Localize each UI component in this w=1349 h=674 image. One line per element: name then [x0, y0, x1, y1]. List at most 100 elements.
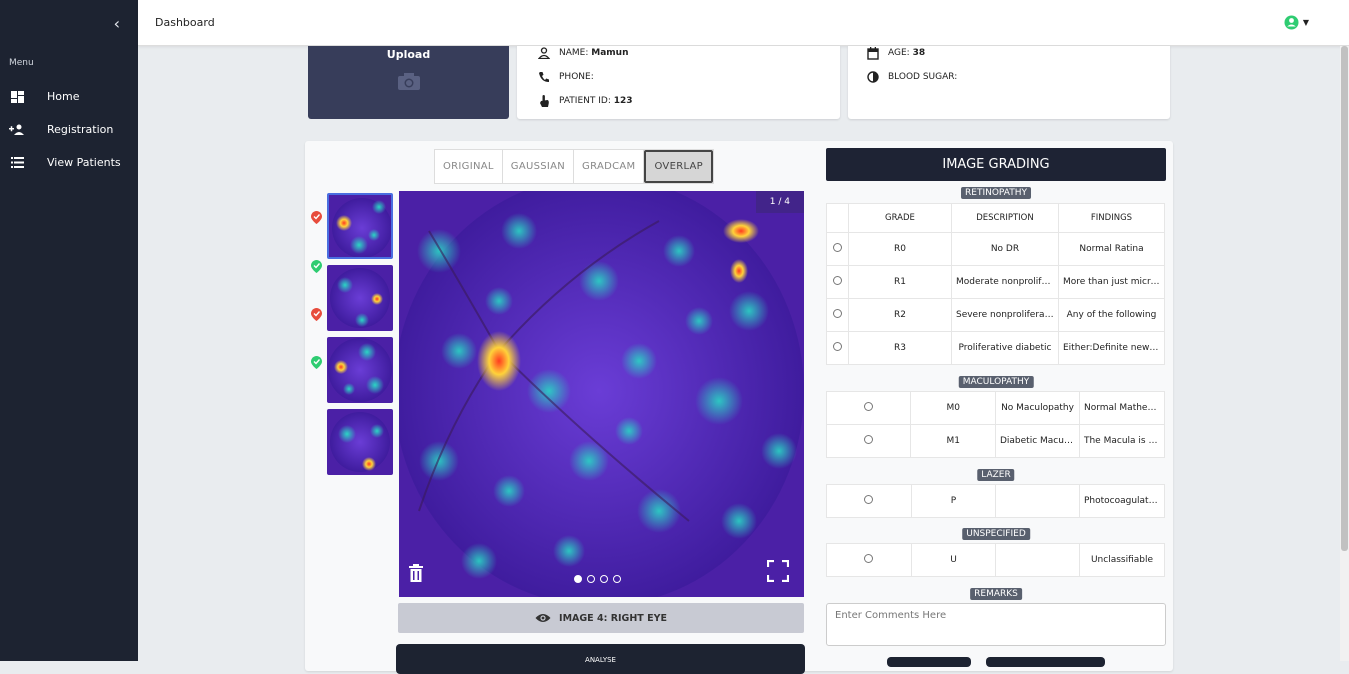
thumbnail-3[interactable] [327, 337, 393, 403]
caret-down-icon: ▼ [1302, 18, 1309, 27]
image-caption: IMAGE 4: RIGHT EYE [398, 603, 804, 633]
grade-radio[interactable] [864, 554, 874, 563]
findings-cell: Photocoagulation [1078, 484, 1166, 518]
ok-marker-icon [311, 260, 322, 273]
patient-name-row: NAME: Mamun [517, 41, 840, 65]
table-row[interactable]: R2 Severe nonproliferative Any of the foll… [826, 298, 1166, 332]
analyse-label: ANALYSE [585, 656, 616, 664]
description-cell: No Maculopathy [994, 391, 1080, 425]
table-row[interactable]: R0 No DR Normal Ratina [826, 232, 1166, 266]
unspecified-label: UNSPECIFIED [962, 528, 1030, 540]
scrollbar-thumb[interactable] [1341, 46, 1348, 551]
ok-marker-icon [311, 356, 322, 369]
sidebar-item-registration[interactable]: Registration [0, 113, 138, 146]
table-row[interactable]: R3 Proliferative diabetic Either:Definite … [826, 331, 1166, 365]
patient-id: 123 [613, 96, 633, 106]
patient-info-card: NAME: Mamun PHONE: PATIENT ID: 123 [517, 46, 840, 119]
bottom-action-button[interactable] [986, 657, 1105, 667]
grade-radio[interactable] [832, 243, 842, 252]
collapse-chevron-icon[interactable]: ‹ [114, 14, 120, 33]
carousel-dot[interactable] [613, 575, 621, 583]
grade-cell: P [910, 484, 997, 518]
table-row[interactable]: R1Moderate nonproliferativeMore than jus… [826, 265, 1166, 299]
thumbnail-4[interactable] [327, 409, 393, 475]
findings-cell: Normal Mathematics [1078, 391, 1166, 425]
tab-original[interactable]: ORIGINAL [435, 150, 503, 183]
sidebar: ‹ Menu Home Registration View Patients [0, 0, 138, 661]
table-row[interactable]: P Photocoagulation [826, 484, 1166, 518]
sidebar-item-label: Registration [47, 123, 114, 136]
grade-radio[interactable] [864, 495, 874, 504]
grade-cell: M0 [910, 391, 996, 425]
tab-overlap[interactable]: OVERLAP [644, 150, 714, 183]
table-row[interactable]: M0No MaculopathyNormal Mathematics [825, 391, 1166, 425]
findings-cell: The Macula is affected [1078, 424, 1166, 458]
description-cell [995, 484, 1080, 518]
flag-marker-icon [311, 211, 322, 224]
grade-radio[interactable] [864, 435, 874, 444]
table-row[interactable]: M1Diabetic MaculopathyThe Macula is affe… [825, 424, 1166, 458]
retinopathy-table: GRADE DESCRIPTION FINDINGS R0 No DR Normal R… [826, 203, 1166, 365]
remarks-label: REMARKS [970, 588, 1022, 600]
patient-phone-row: PHONE: [517, 65, 840, 89]
grade-cell: R3 [847, 331, 952, 365]
grade-radio[interactable] [832, 309, 842, 318]
grade-cell: R1 [847, 265, 952, 299]
image-counter: 1 / 4 [755, 191, 804, 213]
touch-icon [537, 94, 551, 108]
table-header-row: GRADE DESCRIPTION FINDINGS [826, 203, 1166, 233]
description-cell: Diabetic Maculopathy [994, 424, 1080, 458]
grade-radio[interactable] [832, 342, 842, 351]
findings-cell: Any of the following [1057, 298, 1166, 332]
delete-icon[interactable] [408, 564, 424, 582]
grade-radio[interactable] [864, 402, 874, 411]
description-cell: No DR [950, 232, 1059, 266]
patient-age-row: AGE: 38 [848, 41, 1170, 65]
scrollbar[interactable] [1340, 46, 1349, 661]
person-add-icon [9, 123, 25, 137]
sidebar-item-view-patients[interactable]: View Patients [0, 146, 138, 179]
thumbnail-1[interactable] [327, 193, 393, 259]
retina-heatmap-image [399, 191, 804, 597]
grade-cell: U [910, 543, 997, 577]
grade-cell: M1 [910, 424, 996, 458]
bottom-action-button[interactable] [887, 657, 971, 667]
lazer-table: P Photocoagulation [826, 484, 1166, 518]
carousel-dot[interactable] [587, 575, 595, 583]
findings-cell: Unclassifiable [1079, 543, 1165, 577]
grade-radio[interactable] [832, 276, 842, 285]
lazer-label: LAZER [977, 469, 1015, 481]
sidebar-item-home[interactable]: Home [0, 80, 138, 113]
patient-vitals-card: AGE: 38 BLOOD SUGAR: [848, 46, 1170, 119]
thumbnail-2[interactable] [327, 265, 393, 331]
patient-sugar-row: BLOOD SUGAR: [848, 65, 1170, 89]
tab-gaussian[interactable]: GAUSSIAN [503, 150, 575, 183]
list-icon [9, 156, 25, 170]
patient-id-label: PATIENT ID: [559, 96, 611, 106]
main-image-viewer[interactable]: 1 / 4 [399, 191, 804, 597]
image-mode-tabs: ORIGINAL GAUSSIAN GRADCAM OVERLAP [434, 149, 715, 184]
tab-gradcam[interactable]: GRADCAM [574, 150, 645, 183]
retinopathy-label: RETINOPATHY [961, 187, 1031, 199]
user-menu[interactable]: ▼ [1284, 15, 1309, 30]
grade-cell: R0 [847, 232, 952, 266]
findings-cell: Normal Ratina [1057, 232, 1166, 266]
menu-label: Menu [9, 58, 34, 68]
carousel-dot[interactable] [600, 575, 608, 583]
maculopathy-table: M0No MaculopathyNormal Mathematics M1Dia… [825, 391, 1166, 458]
table-row[interactable]: U Unclassifiable [826, 543, 1165, 577]
phone-label: PHONE: [559, 72, 594, 82]
analyse-button[interactable]: ANALYSE [396, 644, 805, 674]
column-header: FINDINGS [1057, 203, 1166, 233]
carousel-dot[interactable] [574, 575, 582, 583]
column-header: GRADE [847, 203, 952, 233]
person-icon [537, 47, 551, 59]
image-caption-label: IMAGE 4: RIGHT EYE [559, 612, 667, 624]
maculopathy-label: MACULOPATHY [958, 376, 1034, 388]
fullscreen-icon[interactable] [767, 560, 789, 582]
upload-button[interactable]: Upload [308, 46, 509, 119]
blood-sugar-label: BLOOD SUGAR: [888, 72, 958, 82]
remarks-textarea[interactable]: Enter Comments Here [826, 603, 1166, 646]
unspecified-table: U Unclassifiable [826, 543, 1165, 577]
account-circle-icon [1284, 15, 1299, 30]
